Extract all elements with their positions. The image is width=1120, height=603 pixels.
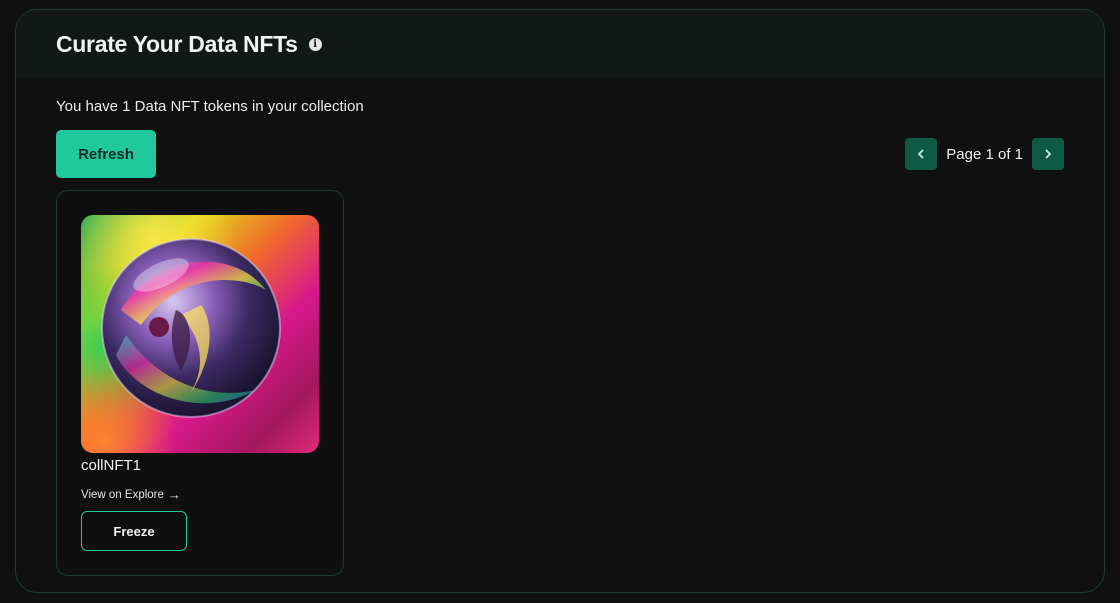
chevron-left-icon <box>918 149 924 159</box>
explore-link-label: View on Explore <box>81 488 164 501</box>
info-icon[interactable]: i <box>308 38 322 51</box>
curate-panel: Curate Your Data NFTs i You have 1 Data … <box>15 9 1105 593</box>
nft-name: collNFT1 <box>81 457 142 474</box>
arrow-right-icon: → <box>167 487 181 502</box>
previous-page-button[interactable] <box>905 138 938 170</box>
nft-image[interactable] <box>81 215 319 453</box>
nft-card: collNFT1 View on Explore → Freeze <box>56 190 344 576</box>
pagination: Page 1 of 1 <box>905 138 1064 170</box>
next-page-button[interactable] <box>1032 138 1064 170</box>
chevron-right-icon <box>1045 149 1051 159</box>
page-indicator: Page 1 of 1 <box>946 145 1023 163</box>
collection-count-text: You have 1 Data NFT tokens in your colle… <box>56 98 364 115</box>
refresh-button[interactable]: Refresh <box>56 130 156 178</box>
page-title: Curate Your Data NFTs <box>56 30 298 57</box>
panel-header: Curate Your Data NFTs i <box>16 10 1104 78</box>
freeze-button[interactable]: Freeze <box>81 511 187 551</box>
nft-artwork <box>81 215 319 453</box>
view-on-explore-link[interactable]: View on Explore → <box>81 487 181 502</box>
